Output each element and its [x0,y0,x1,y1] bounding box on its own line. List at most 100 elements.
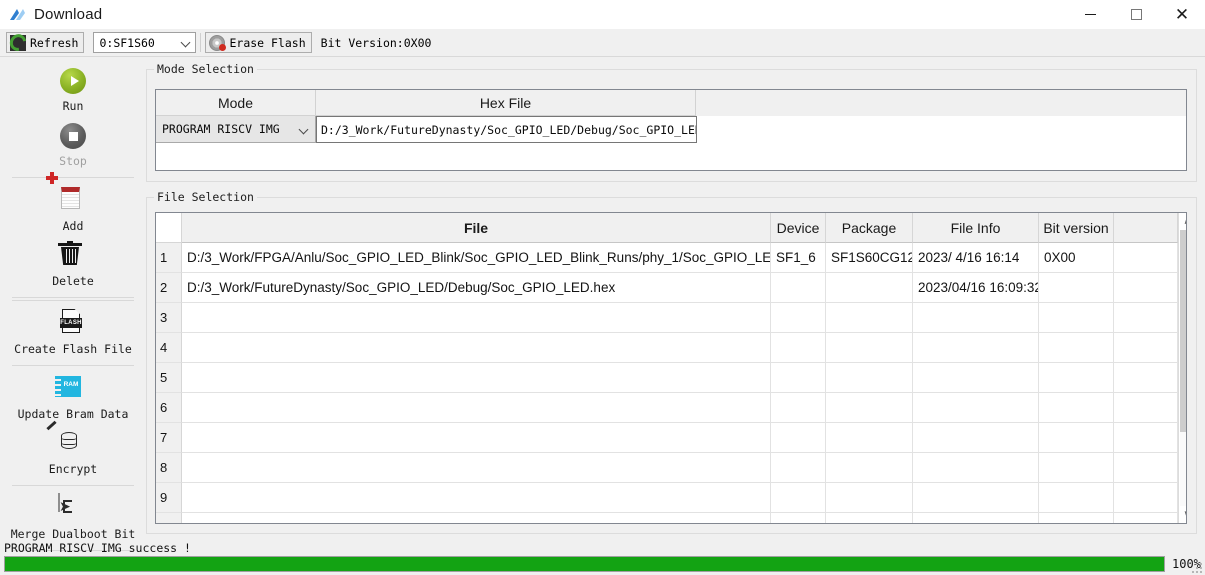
bram-chip-icon: RAM [55,374,88,404]
chevron-down-icon [300,125,309,134]
file-column-header[interactable]: File [182,213,771,243]
window-title: Download [34,6,103,23]
file-path [182,423,771,453]
maximize-button[interactable] [1113,0,1159,29]
device [771,273,826,303]
toolbar: Refresh 0:SF1S60 Erase Flash Bit Version… [0,29,1205,57]
hex-file-select-value: D:/3_Work/FutureDynasty/Soc_GPIO_LED/Deb… [321,122,697,137]
package: SF1S60CG121I [826,243,913,273]
bit-version [1039,333,1114,363]
table-row[interactable]: 9 [156,483,1178,513]
file-path [182,303,771,333]
sidebar-item-label: Add [62,219,84,233]
device [771,453,826,483]
sidebar-item-update-bram-data[interactable]: RAM Update Bram Data [0,374,146,421]
bit-version [1039,423,1114,453]
scrollbar-thumb[interactable] [1180,230,1186,432]
chevron-down-icon [182,38,191,47]
sidebar-item-add[interactable]: Add [0,172,146,233]
device [771,363,826,393]
package [826,423,913,453]
cable-select[interactable]: 0:SF1S60 [93,32,197,53]
sidebar-item-merge-dualboot-bit[interactable]: Merge Dualboot Bit [0,493,146,541]
package [826,303,913,333]
device [771,423,826,453]
sidebar-item-label: Encrypt [48,462,98,476]
bit-version [1039,513,1114,523]
sidebar-divider [12,365,134,366]
table-row[interactable]: 6 [156,393,1178,423]
status-message: PROGRAM RISCV IMG success ! [4,541,191,555]
minimize-button[interactable] [1067,0,1113,29]
toolbar-separator [200,33,202,52]
sidebar-divider [12,300,134,301]
hex-file-column-header: Hex File [316,90,696,116]
file-info-column-header[interactable]: File Info [913,213,1039,243]
package [826,453,913,483]
table-row[interactable]: 1 D:/3_Work/FPGA/Anlu/Soc_GPIO_LED_Blink… [156,243,1178,273]
file-path: D:/3_Work/FPGA/Anlu/Soc_GPIO_LED_Blink/S… [182,243,771,273]
file-info [913,453,1039,483]
resize-grip[interactable] [1190,561,1202,573]
package [826,333,913,363]
device-column-header[interactable]: Device [771,213,826,243]
filler-cell [1114,363,1178,393]
sidebar-item-delete[interactable]: Delete [0,241,146,288]
sidebar: Run Stop Add Delete FLASH Create Flash F [0,58,146,551]
close-button[interactable]: ✕ [1159,0,1205,29]
sidebar-item-stop[interactable]: Stop [0,121,146,168]
refresh-icon [10,34,26,51]
stop-icon [58,121,88,151]
cable-select-value: 0:SF1S60 [99,35,155,50]
device [771,393,826,423]
filler-cell [1114,513,1178,523]
row-index: 7 [156,423,182,453]
file-info: 2023/ 4/16 16:14 [913,243,1039,273]
refresh-button[interactable]: Refresh [6,32,85,53]
progress-bar-fill [5,557,1164,571]
table-row[interactable]: 5 [156,363,1178,393]
package [826,393,913,423]
bit-version [1039,453,1114,483]
device [771,333,826,363]
mode-select[interactable]: PROGRAM RISCV IMG [156,116,316,143]
file-table-body: 1 D:/3_Work/FPGA/Anlu/Soc_GPIO_LED_Blink… [156,243,1178,523]
row-index: 8 [156,453,182,483]
file-info [913,423,1039,453]
sidebar-item-run[interactable]: Run [0,66,146,113]
filler-cell [1114,393,1178,423]
hex-file-select[interactable]: D:/3_Work/FutureDynasty/Soc_GPIO_LED/Deb… [316,116,697,143]
file-path [182,333,771,363]
table-row[interactable] [156,513,1178,523]
table-row[interactable]: 2 D:/3_Work/FutureDynasty/Soc_GPIO_LED/D… [156,273,1178,303]
download-window: Download ✕ Refresh 0:SF1S60 Erase Flash … [0,0,1205,575]
sidebar-item-label: Update Bram Data [17,407,129,421]
scroll-down-icon[interactable]: ∨ [1179,506,1186,523]
package-column-header[interactable]: Package [826,213,913,243]
run-icon [58,66,88,96]
bit-version-column-header[interactable]: Bit version [1039,213,1114,243]
mode-select-value: PROGRAM RISCV IMG [162,122,280,136]
mode-column-header: Mode [156,90,316,116]
bit-version [1039,363,1114,393]
scroll-up-icon[interactable]: ∧ [1179,213,1186,230]
bit-version-label: Bit Version:0X00 [320,35,432,50]
device: SF1_6 [771,243,826,273]
table-row[interactable]: 4 [156,333,1178,363]
row-index: 5 [156,363,182,393]
file-table-scrollbar[interactable]: ∧ ∨ [1178,213,1186,523]
filler-cell [1114,333,1178,363]
erase-flash-icon [209,34,227,51]
file-table-main: File Device Package File Info Bit versio… [156,213,1178,523]
erase-flash-button[interactable]: Erase Flash [205,32,312,53]
table-row[interactable]: 8 [156,453,1178,483]
file-info [913,363,1039,393]
sidebar-item-label: Merge Dualboot Bit [10,527,136,541]
merge-arrow-icon [58,493,88,524]
sidebar-item-encrypt[interactable]: Encrypt [0,420,146,476]
package [826,273,913,303]
table-row[interactable]: 3 [156,303,1178,333]
title-bar: Download ✕ [0,0,1205,29]
table-row[interactable]: 7 [156,423,1178,453]
sidebar-item-create-flash-file[interactable]: FLASH Create Flash File [0,309,146,356]
